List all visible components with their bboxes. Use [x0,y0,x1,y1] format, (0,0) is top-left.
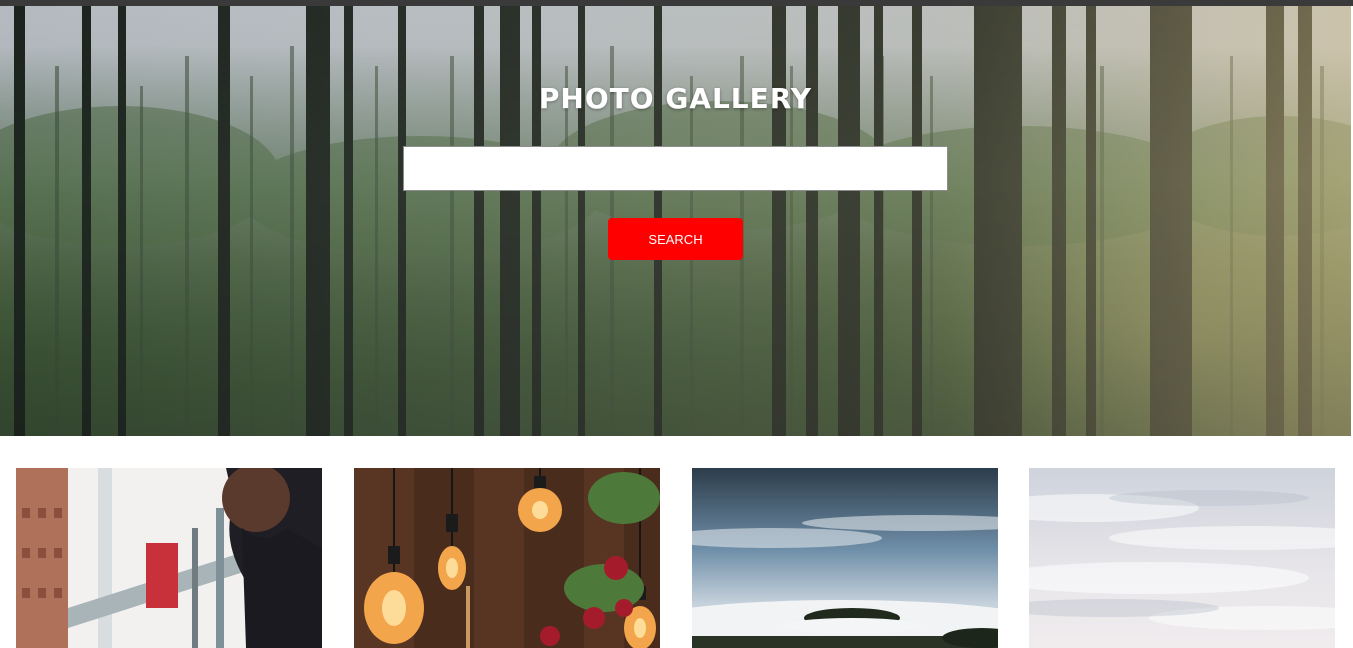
gallery-item-cloudy-sky[interactable] [1029,468,1335,648]
gallery-item-edison-bulbs[interactable] [354,468,660,648]
cloudy-sky-photo [1029,468,1335,648]
photo-grid [0,436,1353,648]
hero-banner: PHOTO GALLERY SEARCH [0,6,1351,436]
edison-bulbs-photo [354,468,660,648]
person-bridge-photo [16,468,322,648]
search-button[interactable]: SEARCH [608,218,743,260]
gallery-item-person-bridge[interactable] [16,468,322,648]
page-title: PHOTO GALLERY [538,82,813,115]
search-input[interactable] [403,146,948,191]
foggy-island-photo [692,468,998,648]
gallery-item-foggy-island[interactable] [692,468,998,648]
